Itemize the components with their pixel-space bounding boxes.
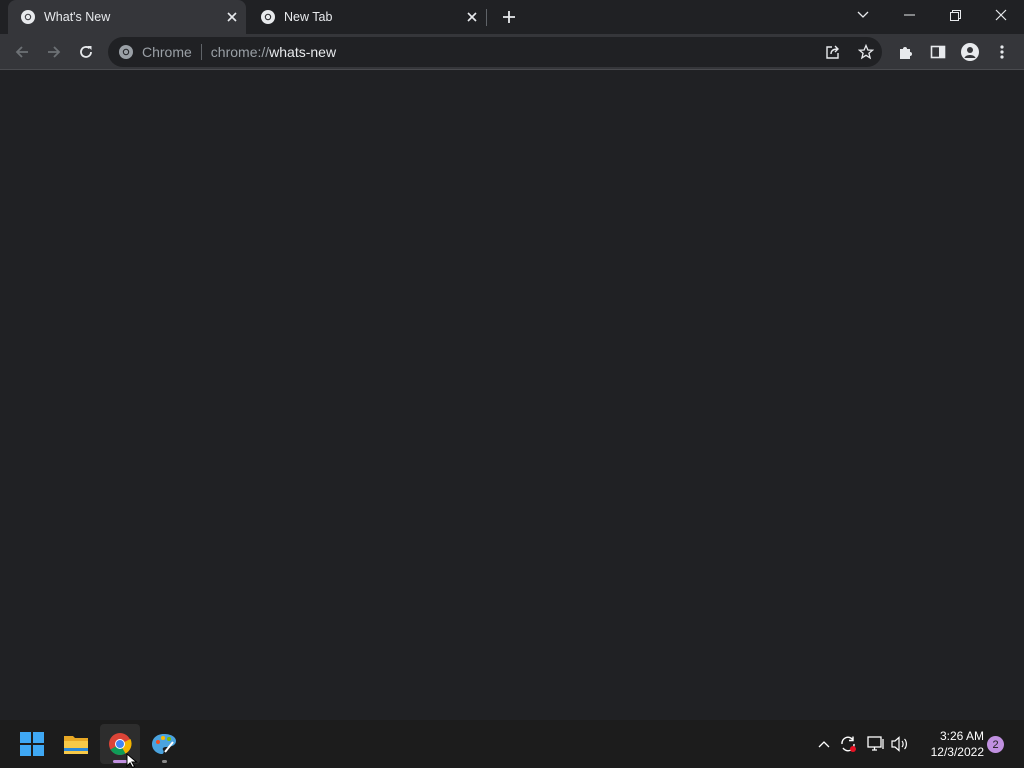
side-panel-icon [930, 45, 946, 59]
tab-whats-new[interactable]: What's New [8, 0, 246, 34]
arrow-right-icon [48, 46, 61, 58]
tab-divider [486, 9, 487, 26]
reload-icon [80, 46, 92, 58]
page-content [0, 70, 1024, 720]
share-button[interactable] [822, 41, 844, 63]
network-icon [867, 736, 884, 751]
tab-strip: What's New New Tab [0, 0, 1024, 34]
minimize-button[interactable] [886, 0, 932, 30]
volume-tray-button[interactable] [890, 734, 910, 754]
avatar-icon [961, 43, 979, 61]
side-panel-button[interactable] [924, 38, 952, 66]
reload-button[interactable] [72, 38, 100, 66]
taskbar: 3:26 AM 12/3/2022 [0, 720, 1024, 768]
plus-icon [503, 11, 515, 23]
close-tab-icon[interactable] [224, 9, 240, 25]
folder-icon [64, 736, 88, 754]
minimize-icon [903, 14, 915, 16]
restore-button[interactable] [932, 0, 978, 30]
extensions-button[interactable] [892, 38, 920, 66]
chevron-down-icon [857, 11, 869, 18]
new-tab-button[interactable] [498, 6, 520, 28]
chrome-icon [20, 9, 36, 25]
tab-search-button[interactable] [840, 0, 886, 30]
omnibox-divider [200, 44, 202, 60]
address-bar[interactable]: Chrome chrome://whats-new [108, 37, 882, 67]
close-tab-icon[interactable] [464, 9, 480, 25]
bookmark-button[interactable] [855, 41, 877, 63]
tab-title: What's New [44, 10, 111, 24]
site-chip-label: Chrome [142, 44, 192, 60]
running-app-indicator [162, 760, 167, 763]
url-host: whats-new [269, 44, 337, 60]
sync-tray-button[interactable] [838, 734, 858, 754]
share-icon [826, 45, 839, 59]
back-button[interactable] [8, 38, 36, 66]
file-explorer-button[interactable] [56, 724, 96, 764]
notification-badge[interactable]: 2 [987, 736, 1004, 753]
puzzle-icon [900, 47, 912, 59]
chevron-up-icon [818, 741, 830, 748]
forward-button[interactable] [40, 38, 68, 66]
paint-palette-icon [152, 734, 176, 754]
star-icon [858, 44, 874, 60]
url-text[interactable]: chrome://whats-new [211, 44, 336, 60]
system-clock[interactable]: 3:26 AM 12/3/2022 [914, 728, 984, 760]
mouse-cursor-icon [126, 753, 138, 768]
clock-time: 3:26 AM [939, 729, 984, 743]
sync-icon [841, 736, 856, 752]
clock-date: 12/3/2022 [930, 745, 984, 759]
show-hidden-icons-button[interactable] [814, 734, 834, 754]
start-button[interactable] [12, 724, 52, 764]
active-app-indicator [113, 760, 127, 763]
tab-title: New Tab [284, 10, 333, 24]
browser-toolbar: Chrome chrome://whats-new [0, 34, 1024, 70]
tab-new-tab[interactable]: New Tab [248, 0, 486, 34]
url-scheme: chrome:// [210, 44, 270, 60]
profile-button[interactable] [956, 38, 984, 66]
menu-button[interactable] [988, 38, 1016, 66]
chrome-icon [260, 9, 276, 25]
arrow-left-icon [15, 46, 28, 58]
paint-button[interactable] [144, 724, 184, 764]
speaker-icon [891, 736, 907, 752]
chrome-icon [118, 44, 134, 60]
windows-logo-icon [20, 732, 44, 756]
kebab-menu-icon [1000, 45, 1004, 59]
restore-icon [949, 9, 961, 21]
network-tray-button[interactable] [866, 734, 886, 754]
close-icon [995, 9, 1007, 21]
close-window-button[interactable] [978, 0, 1024, 30]
